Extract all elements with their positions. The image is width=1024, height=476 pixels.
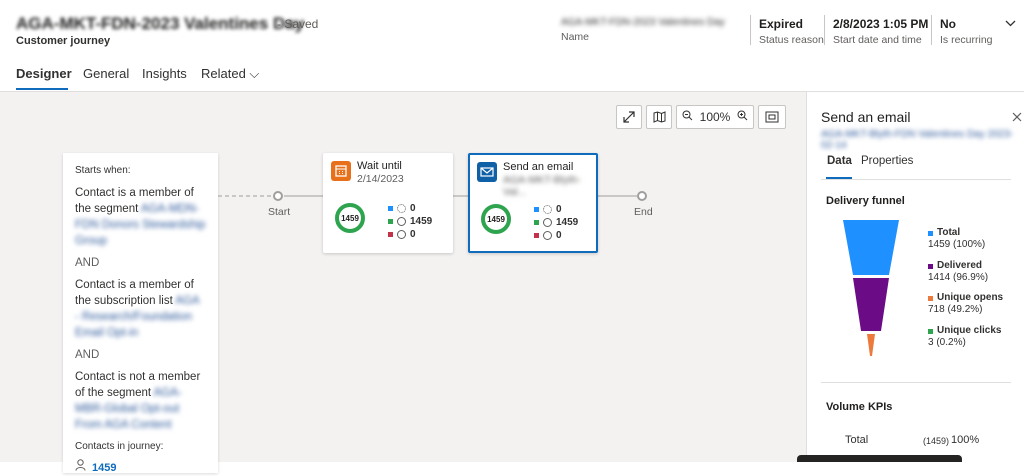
active-tab-indicator <box>16 88 68 90</box>
name-field: AGA-MKT-FDN-2023 Valentines Day Name <box>561 17 725 43</box>
tile-date: 2/14/2023 <box>357 173 404 185</box>
stat-success: 1459 <box>388 216 432 227</box>
panel-title: Send an email <box>821 109 911 125</box>
status-label: Status reason <box>759 34 824 46</box>
notification-bar <box>797 455 962 462</box>
volume-kpis-title: Volume KPIs <box>826 401 893 413</box>
saved-status: - Saved <box>277 17 319 31</box>
properties-panel: Send an email AGA-MKT-Blyth-FDN Valentin… <box>806 92 1024 462</box>
header: AGA-MKT-FDN-2023 Valentines Day - Saved … <box>0 0 1024 92</box>
end-point <box>637 191 647 201</box>
divider <box>824 15 825 45</box>
kpi-total-pct: 100% <box>951 434 980 446</box>
divider <box>821 382 1011 383</box>
divider <box>931 15 932 45</box>
delivery-funnel-chart <box>843 220 899 356</box>
status-field: Expired Status reason <box>759 17 824 46</box>
start-date-field: 2/8/2023 1:05 PM Start date and time <box>833 17 928 46</box>
start-label: Start <box>268 206 291 218</box>
stat-failed: 0 <box>388 229 416 240</box>
wait-until-tile[interactable]: Wait until 2/14/2023 1459 0 1459 0 <box>323 153 453 253</box>
stat-processing: 0 <box>388 203 416 214</box>
tile-title: Send an email <box>503 161 574 173</box>
stat-processing: 0 <box>534 204 562 215</box>
tab-properties[interactable]: Properties <box>861 155 913 167</box>
progress-ring: 1459 <box>481 204 511 234</box>
calendar-icon <box>331 161 351 181</box>
name-label: Name <box>561 31 590 43</box>
funnel-delivered <box>853 278 889 331</box>
tab-insights[interactable]: Insights <box>142 66 187 81</box>
legend-total: Total 1459 (100%) <box>928 227 986 250</box>
journey-title: AGA-MKT-FDN-2023 Valentines Day <box>16 14 305 33</box>
recurring-label: Is recurring <box>940 34 993 46</box>
stat-success: 1459 <box>534 217 578 228</box>
progress-ring: 1459 <box>335 203 365 233</box>
legend-clicks: Unique clicks 3 (0.2%) <box>928 325 1002 348</box>
entity-type: Customer journey <box>16 35 111 47</box>
close-icon[interactable] <box>1012 109 1022 125</box>
start-point <box>273 191 283 201</box>
recurring-field: No Is recurring <box>940 17 993 46</box>
name-value: AGA-MKT-FDN-2023 Valentines Day <box>561 17 725 28</box>
tab-general[interactable]: General <box>83 66 129 81</box>
legend-delivered: Delivered 1414 (96.9%) <box>928 260 989 283</box>
tab-designer[interactable]: Designer <box>16 66 72 81</box>
funnel-opens <box>867 334 875 356</box>
funnel-total <box>843 220 899 275</box>
tab-data[interactable]: Data <box>827 155 852 167</box>
tile-title: Wait until <box>357 160 402 172</box>
email-icon <box>477 162 497 182</box>
send-email-tile[interactable]: Send an email AGA-MKT-Blyth-Val... 1459 … <box>468 153 598 253</box>
start-date-label: Start date and time <box>833 34 922 46</box>
status-value: Expired <box>759 17 804 31</box>
tile-email-name: AGA-MKT-Blyth-Val... <box>503 174 581 198</box>
end-label: End <box>634 206 653 218</box>
journey-canvas[interactable]: 100% Starts when: Contact is a member of… <box>0 92 806 474</box>
divider <box>750 15 751 45</box>
kpi-total-label: Total <box>845 434 869 446</box>
start-date-value: 2/8/2023 1:05 PM <box>833 17 929 31</box>
kpi-total-count: (1459) <box>923 436 950 446</box>
stat-failed: 0 <box>534 230 562 241</box>
divider <box>821 179 1011 180</box>
chevron-down-icon[interactable] <box>1004 17 1017 33</box>
panel-email-link[interactable]: AGA-MKT-Blyth-FDN Valentines Day 2023-02… <box>821 129 1024 151</box>
delivery-funnel-title: Delivery funnel <box>826 195 905 207</box>
tab-related[interactable]: Related ⌵ <box>201 66 259 82</box>
recurring-value: No <box>940 17 956 31</box>
connector-lines <box>218 195 637 197</box>
legend-opens: Unique opens 718 (49.2%) <box>928 292 1004 315</box>
